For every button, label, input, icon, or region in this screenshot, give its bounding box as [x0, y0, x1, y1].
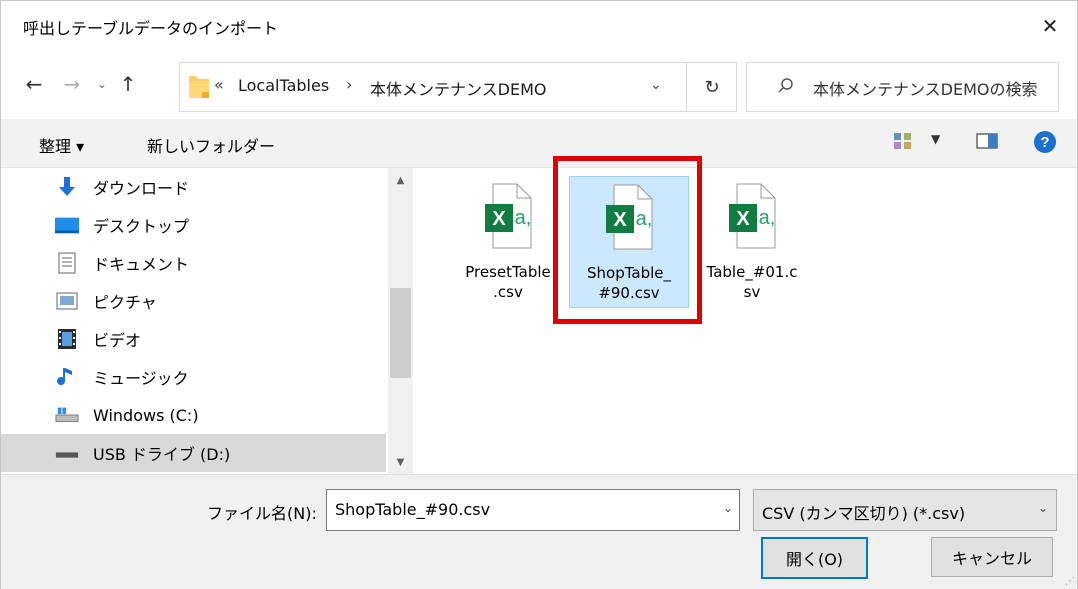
refresh-icon: ↻ [704, 76, 720, 98]
nav-item-label: ミュージック [93, 369, 189, 388]
search-box[interactable]: 本体メンテナンスDEMOの検索 [746, 62, 1059, 112]
filetype-select[interactable]: CSV (カンマ区切り) (*.csv) ⌄ [753, 489, 1057, 531]
file-name: PresetTable .csv [465, 263, 551, 301]
file-list-pane: X a, PresetTable .csv X a, ShopTable_ #90.… [415, 168, 1077, 474]
cancel-button-label: キャンセル [951, 549, 1032, 568]
download-arrow-icon [55, 175, 79, 199]
recent-locations-button[interactable]: ⌄ [89, 69, 115, 99]
nav-item-music[interactable]: ミュージック [1, 358, 386, 396]
help-icon[interactable]: ? [1033, 130, 1057, 158]
csv-file-icon: X a, [485, 182, 535, 256]
back-button[interactable]: ← [21, 69, 47, 99]
picture-icon [55, 289, 79, 313]
csv-file-icon: X a, [729, 182, 779, 256]
nav-item-label: ドキュメント [93, 255, 190, 274]
file-item-preset-table[interactable]: X a, PresetTable .csv [449, 176, 567, 306]
nav-item-videos[interactable]: ビデオ [1, 320, 386, 358]
organize-button[interactable]: 整理 ▾ [39, 133, 84, 157]
up-arrow-icon: ↑ [119, 72, 137, 96]
preview-pane-icon[interactable] [976, 131, 998, 155]
nav-scrollbar[interactable]: ▲ ▼ [388, 168, 413, 474]
close-button[interactable]: ✕ [1033, 9, 1067, 43]
filename-value: ShopTable_#90.csv [335, 500, 491, 519]
filename-label: ファイル名(N): [207, 504, 317, 523]
scroll-down-icon[interactable]: ▼ [388, 452, 413, 472]
filetype-value: CSV (カンマ区切り) (*.csv) [762, 504, 966, 523]
nav-item-label: デスクトップ [93, 217, 190, 236]
file-open-dialog: 呼出しテーブルデータのインポート ✕ ← → ⌄ ↑ « LocalTables… [0, 0, 1078, 589]
nav-item-label: ビデオ [93, 331, 142, 350]
search-icon [777, 77, 795, 99]
nav-item-windows-c[interactable]: Windows (C:) [1, 396, 386, 434]
nav-item-downloads[interactable]: ダウンロード [1, 168, 386, 206]
address-row: ← → ⌄ ↑ « LocalTables › 本体メンテナンスDEMO ⌄ ↻… [1, 59, 1077, 112]
navigation-pane: ダウンロード デスクトップ ドキュメント ピクチャ ビデオ ミュージック Win… [1, 168, 413, 474]
scroll-up-icon[interactable]: ▲ [388, 170, 413, 190]
new-folder-button[interactable]: 新しいフォルダー [147, 133, 275, 157]
view-dropdown-icon[interactable]: ▼ [931, 132, 940, 146]
breadcrumb-separator: › [346, 75, 353, 94]
open-button[interactable]: 開く(O) [761, 537, 868, 579]
view-options-icon[interactable] [893, 131, 913, 155]
svg-text:X: X [492, 208, 506, 230]
breadcrumb-current-folder[interactable]: 本体メンテナンスDEMO [370, 76, 547, 100]
desktop-icon [55, 213, 79, 237]
forward-button[interactable]: → [59, 69, 85, 99]
refresh-button[interactable]: ↻ [686, 63, 737, 111]
svg-text:?: ? [1040, 134, 1049, 151]
command-bar: 整理 ▾ 新しいフォルダー ▼ ? [1, 119, 1077, 168]
svg-text:a,: a, [515, 207, 532, 229]
nav-item-label: Windows (C:) [93, 405, 199, 425]
nav-item-desktop[interactable]: デスクトップ [1, 206, 386, 244]
nav-item-pictures[interactable]: ピクチャ [1, 282, 386, 320]
file-item-table-01[interactable]: X a, Table_#01.c sv [693, 176, 811, 306]
forward-arrow-icon: → [63, 72, 81, 96]
nav-item-label: ダウンロード [93, 179, 190, 198]
open-button-label: 開く(O) [785, 550, 844, 569]
svg-text:X: X [736, 208, 750, 230]
window-title: 呼出しテーブルデータのインポート [23, 19, 279, 38]
title-bar: 呼出しテーブルデータのインポート ✕ [1, 1, 1077, 51]
filename-input[interactable]: ShopTable_#90.csv ⌄ [326, 489, 740, 531]
highlight-box [553, 156, 702, 324]
document-icon [55, 251, 79, 275]
chevron-down-icon[interactable]: ⌄ [723, 501, 733, 515]
back-arrow-icon: ← [25, 72, 43, 96]
file-name: Table_#01.c sv [706, 263, 798, 301]
dialog-footer: ファイル名(N): ShopTable_#90.csv ⌄ CSV (カンマ区切… [1, 474, 1077, 589]
breadcrumb-localtables[interactable]: LocalTables [238, 76, 329, 95]
chevron-down-icon: ⌄ [1037, 501, 1048, 515]
address-dropdown-icon[interactable]: ⌄ [650, 77, 662, 93]
address-bar[interactable]: « LocalTables › 本体メンテナンスDEMO ⌄ ↻ [179, 62, 737, 112]
music-note-icon [55, 365, 79, 389]
search-input[interactable]: 本体メンテナンスDEMOの検索 [813, 76, 1038, 100]
nav-item-documents[interactable]: ドキュメント [1, 244, 386, 282]
scrollbar-thumb[interactable] [390, 288, 411, 378]
close-icon: ✕ [1041, 14, 1059, 38]
resize-grip-icon[interactable]: ⋰ [1065, 576, 1075, 587]
up-button[interactable]: ↑ [115, 69, 141, 99]
cancel-button[interactable]: キャンセル [931, 537, 1053, 577]
address-overflow[interactable]: « [214, 75, 224, 94]
nav-item-label: ピクチャ [93, 293, 157, 312]
svg-text:a,: a, [759, 207, 776, 229]
usb-drive-icon [55, 441, 79, 465]
chevron-down-icon: ⌄ [96, 77, 108, 91]
nav-item-usb-drive[interactable]: USB ドライブ (D:) [1, 434, 386, 472]
video-icon [55, 327, 79, 351]
folder-icon [188, 73, 210, 103]
system-drive-icon [55, 403, 79, 427]
nav-item-label: USB ドライブ (D:) [93, 445, 231, 464]
